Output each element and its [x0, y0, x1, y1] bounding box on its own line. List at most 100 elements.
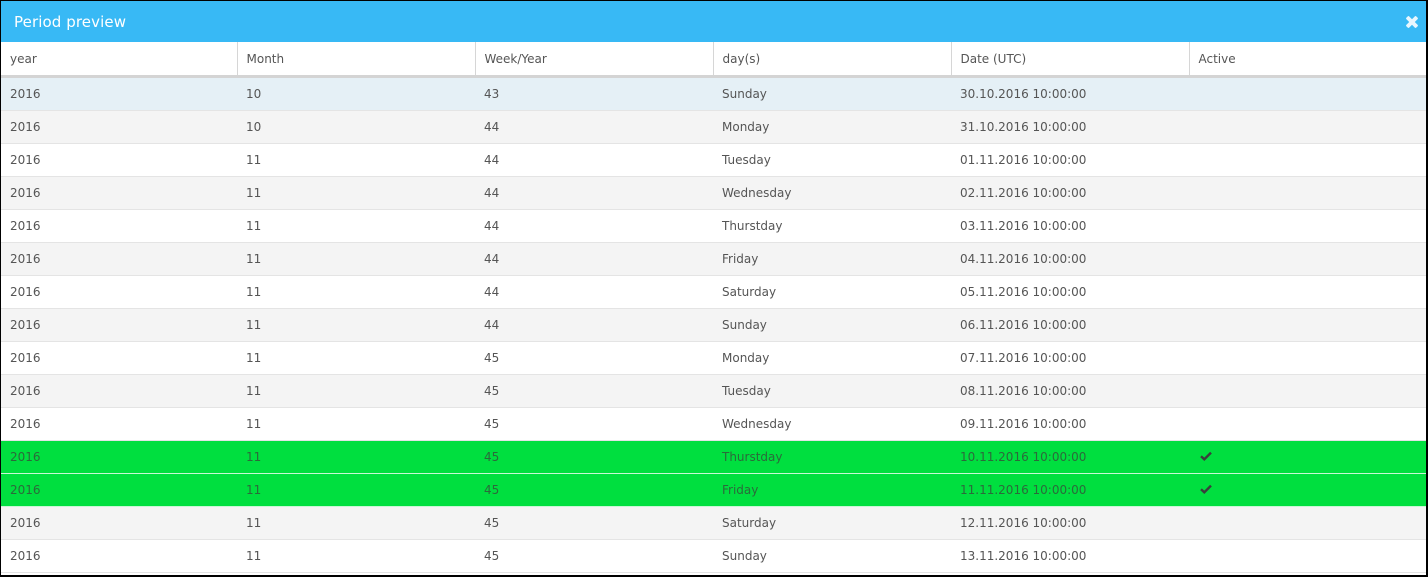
cell-active — [1189, 506, 1426, 540]
cell-active — [1189, 209, 1426, 243]
cell-active — [1189, 374, 1426, 408]
table-row[interactable]: 2016 11 44 Tuesday 01.11.2016 10:00:00 — [1, 143, 1426, 177]
dialog-header: Period preview — [1, 1, 1426, 42]
cell-active — [1189, 76, 1426, 111]
cell-day: Monday — [713, 341, 951, 375]
cell-active — [1189, 308, 1426, 342]
cell-day: Friday — [713, 473, 951, 507]
cell-month: 11 — [237, 209, 475, 243]
dialog-title: Period preview — [14, 12, 127, 31]
cell-date: 04.11.2016 10:00:00 — [951, 242, 1189, 276]
cell-active — [1189, 143, 1426, 177]
cell-month: 11 — [237, 506, 475, 540]
column-header-active[interactable]: Active — [1188, 42, 1426, 78]
column-header-year[interactable]: year — [1, 42, 237, 78]
cell-year: 2016 — [1, 275, 237, 309]
cell-date: 08.11.2016 10:00:00 — [951, 374, 1189, 408]
column-header-date-utc[interactable]: Date (UTC) — [950, 42, 1189, 78]
cell-year: 2016 — [1, 110, 237, 144]
cell-month: 11 — [237, 242, 475, 276]
table-row[interactable]: 2016 11 45 Saturday 12.11.2016 10:00:00 — [1, 506, 1426, 540]
cell-week: 45 — [475, 374, 713, 408]
table-row[interactable]: 2016 11 45 Monday 07.11.2016 10:00:00 — [1, 341, 1426, 375]
cell-active — [1189, 242, 1426, 276]
table-row[interactable]: 2016 11 45 Thurstday 10.11.2016 10:00:00 — [1, 440, 1426, 474]
cell-year: 2016 — [1, 473, 237, 507]
table-row[interactable]: 2016 11 45 Friday 11.11.2016 10:00:00 — [1, 473, 1426, 507]
cell-year: 2016 — [1, 506, 237, 540]
cell-month: 11 — [237, 143, 475, 177]
cell-date: 11.11.2016 10:00:00 — [951, 473, 1189, 507]
cell-day: Sunday — [713, 539, 951, 573]
checkmark-icon — [1200, 484, 1212, 494]
cell-date: 31.10.2016 10:00:00 — [951, 110, 1189, 144]
table-row[interactable]: 2016 11 45 Wednesday 09.11.2016 10:00:00 — [1, 407, 1426, 441]
cell-month: 11 — [237, 275, 475, 309]
table-row[interactable]: 2016 11 44 Saturday 05.11.2016 10:00:00 — [1, 275, 1426, 309]
table-row[interactable]: 2016 11 44 Sunday 06.11.2016 10:00:00 — [1, 308, 1426, 342]
cell-week: 44 — [475, 176, 713, 210]
cell-year: 2016 — [1, 242, 237, 276]
table-row[interactable]: 2016 10 44 Monday 31.10.2016 10:00:00 — [1, 110, 1426, 144]
cell-month: 11 — [237, 407, 475, 441]
cell-month: 11 — [237, 176, 475, 210]
cell-year: 2016 — [1, 209, 237, 243]
cell-date: 05.11.2016 10:00:00 — [951, 275, 1189, 309]
cell-date: 03.11.2016 10:00:00 — [951, 209, 1189, 243]
cell-week: 44 — [475, 209, 713, 243]
cell-active — [1189, 176, 1426, 210]
cell-year: 2016 — [1, 176, 237, 210]
cell-week: 44 — [475, 110, 713, 144]
table-row[interactable]: 2016 10 43 Sunday 30.10.2016 10:00:00 — [1, 76, 1426, 111]
cell-week: 45 — [475, 341, 713, 375]
cell-week: 45 — [475, 506, 713, 540]
cell-date: 01.11.2016 10:00:00 — [951, 143, 1189, 177]
period-preview-dialog: Period preview year Month Week/Year day(… — [1, 1, 1426, 575]
cell-date: 06.11.2016 10:00:00 — [951, 308, 1189, 342]
cell-year: 2016 — [1, 539, 237, 573]
cell-active — [1189, 539, 1426, 573]
cell-day: Tuesday — [713, 374, 951, 408]
cell-week: 44 — [475, 308, 713, 342]
period-table: year Month Week/Year day(s) Date (UTC) A… — [1, 42, 1426, 573]
cell-date: 30.10.2016 10:00:00 — [951, 76, 1189, 111]
cell-active — [1189, 407, 1426, 441]
cell-year: 2016 — [1, 407, 237, 441]
cell-month: 10 — [237, 110, 475, 144]
cell-week: 44 — [475, 275, 713, 309]
cell-week: 44 — [475, 143, 713, 177]
cell-day: Sunday — [713, 308, 951, 342]
cell-active — [1189, 341, 1426, 375]
cell-year: 2016 — [1, 308, 237, 342]
cell-active — [1189, 440, 1426, 474]
table-row[interactable]: 2016 11 44 Friday 04.11.2016 10:00:00 — [1, 242, 1426, 276]
column-header-month[interactable]: Month — [236, 42, 475, 78]
cell-active — [1189, 473, 1426, 507]
cell-year: 2016 — [1, 374, 237, 408]
table-row[interactable]: 2016 11 44 Wednesday 02.11.2016 10:00:00 — [1, 176, 1426, 210]
cell-day: Wednesday — [713, 176, 951, 210]
close-icon[interactable] — [1405, 15, 1419, 29]
cell-date: 07.11.2016 10:00:00 — [951, 341, 1189, 375]
table-row[interactable]: 2016 11 44 Thurstday 03.11.2016 10:00:00 — [1, 209, 1426, 243]
cell-day: Friday — [713, 242, 951, 276]
table-row[interactable]: 2016 11 45 Tuesday 08.11.2016 10:00:00 — [1, 374, 1426, 408]
cell-week: 44 — [475, 242, 713, 276]
cell-week: 45 — [475, 539, 713, 573]
cell-year: 2016 — [1, 76, 237, 111]
cell-month: 11 — [237, 341, 475, 375]
table-row[interactable]: 2016 11 45 Sunday 13.11.2016 10:00:00 — [1, 539, 1426, 573]
cell-week: 45 — [475, 407, 713, 441]
cell-day: Thurstday — [713, 209, 951, 243]
cell-month: 11 — [237, 473, 475, 507]
cell-day: Saturday — [713, 506, 951, 540]
column-header-days[interactable]: day(s) — [712, 42, 951, 78]
cell-date: 13.11.2016 10:00:00 — [951, 539, 1189, 573]
cell-week: 45 — [475, 473, 713, 507]
table-body: 2016 10 43 Sunday 30.10.2016 10:00:00 2016 10 4… — [1, 76, 1426, 573]
cell-month: 11 — [237, 374, 475, 408]
cell-month: 11 — [237, 308, 475, 342]
column-header-week-year[interactable]: Week/Year — [474, 42, 713, 78]
cell-week: 45 — [475, 440, 713, 474]
cell-date: 10.11.2016 10:00:00 — [951, 440, 1189, 474]
